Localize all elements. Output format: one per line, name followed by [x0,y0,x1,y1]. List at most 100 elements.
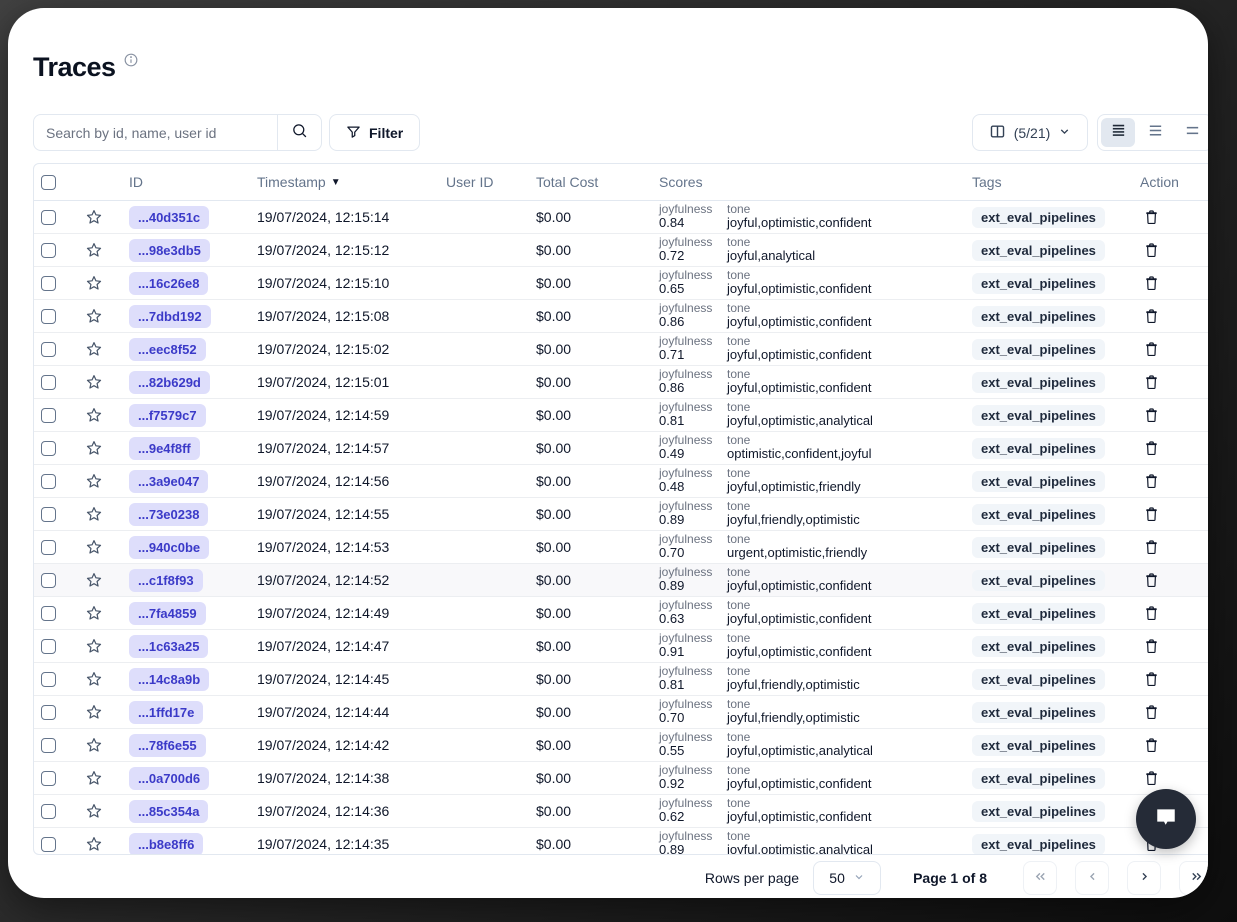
delete-button[interactable] [1143,572,1160,589]
tag-badge[interactable]: ext_eval_pipelines [972,504,1105,525]
previous-page-button[interactable] [1075,861,1109,895]
table-row[interactable]: ...16c26e819/07/2024, 12:15:10$0.00joyfu… [34,267,1208,300]
row-height-compact-button[interactable] [1101,118,1135,147]
trace-id-badge[interactable]: ...73e0238 [129,503,208,526]
delete-button[interactable] [1143,770,1160,787]
star-icon[interactable] [85,472,103,490]
tag-badge[interactable]: ext_eval_pipelines [972,339,1105,360]
row-checkbox[interactable] [41,507,56,522]
trace-id-badge[interactable]: ...98e3db5 [129,239,210,262]
delete-button[interactable] [1143,638,1160,655]
star-icon[interactable] [85,274,103,292]
row-checkbox[interactable] [41,771,56,786]
row-checkbox[interactable] [41,573,56,588]
tag-badge[interactable]: ext_eval_pipelines [972,405,1105,426]
header-user-id[interactable]: User ID [439,174,524,190]
delete-button[interactable] [1143,407,1160,424]
row-checkbox[interactable] [41,705,56,720]
table-row[interactable]: ...78f6e5519/07/2024, 12:14:42$0.00joyfu… [34,729,1208,762]
trace-id-badge[interactable]: ...1c63a25 [129,635,208,658]
table-row[interactable]: ...b8e8ff619/07/2024, 12:14:35$0.00joyfu… [34,828,1208,855]
row-checkbox[interactable] [41,837,56,852]
delete-button[interactable] [1143,539,1160,556]
delete-button[interactable] [1143,605,1160,622]
trace-id-badge[interactable]: ...7fa4859 [129,602,206,625]
table-row[interactable]: ...40d351c19/07/2024, 12:15:14$0.00joyfu… [34,201,1208,234]
row-checkbox[interactable] [41,243,56,258]
last-page-button[interactable] [1179,861,1208,895]
row-checkbox[interactable] [41,474,56,489]
star-icon[interactable] [85,703,103,721]
trace-id-badge[interactable]: ...14c8a9b [129,668,209,691]
trace-id-badge[interactable]: ...1ffd17e [129,701,203,724]
tag-badge[interactable]: ext_eval_pipelines [972,240,1105,261]
row-checkbox[interactable] [41,276,56,291]
trace-id-badge[interactable]: ...b8e8ff6 [129,833,203,856]
star-icon[interactable] [85,373,103,391]
star-icon[interactable] [85,571,103,589]
row-checkbox[interactable] [41,408,56,423]
trace-id-badge[interactable]: ...16c26e8 [129,272,208,295]
delete-button[interactable] [1143,473,1160,490]
trace-id-badge[interactable]: ...7dbd192 [129,305,211,328]
table-row[interactable]: ...1c63a2519/07/2024, 12:14:47$0.00joyfu… [34,630,1208,663]
table-row[interactable]: ...9e4f8ff19/07/2024, 12:14:57$0.00joyfu… [34,432,1208,465]
star-icon[interactable] [85,307,103,325]
tag-badge[interactable]: ext_eval_pipelines [972,471,1105,492]
tag-badge[interactable]: ext_eval_pipelines [972,438,1105,459]
row-checkbox[interactable] [41,804,56,819]
table-row[interactable]: ...98e3db519/07/2024, 12:15:12$0.00joyfu… [34,234,1208,267]
star-icon[interactable] [85,637,103,655]
delete-button[interactable] [1143,704,1160,721]
trace-id-badge[interactable]: ...940c0be [129,536,209,559]
table-row[interactable]: ...85c354a19/07/2024, 12:14:36$0.00joyfu… [34,795,1208,828]
column-visibility-button[interactable]: (5/21) [972,114,1088,151]
row-height-medium-button[interactable] [1138,118,1172,147]
table-row[interactable]: ...7dbd19219/07/2024, 12:15:08$0.00joyfu… [34,300,1208,333]
row-checkbox[interactable] [41,540,56,555]
chat-widget-button[interactable] [1136,789,1196,849]
row-checkbox[interactable] [41,738,56,753]
tag-badge[interactable]: ext_eval_pipelines [972,636,1105,657]
header-tags[interactable]: Tags [964,174,1129,190]
first-page-button[interactable] [1023,861,1057,895]
star-icon[interactable] [85,505,103,523]
row-checkbox[interactable] [41,639,56,654]
tag-badge[interactable]: ext_eval_pipelines [972,669,1105,690]
header-id[interactable]: ID [119,174,249,190]
trace-id-badge[interactable]: ...9e4f8ff [129,437,200,460]
trace-id-badge[interactable]: ...eec8f52 [129,338,206,361]
delete-button[interactable] [1143,440,1160,457]
star-icon[interactable] [85,340,103,358]
tag-badge[interactable]: ext_eval_pipelines [972,372,1105,393]
tag-badge[interactable]: ext_eval_pipelines [972,273,1105,294]
table-row[interactable]: ...940c0be19/07/2024, 12:14:53$0.00joyfu… [34,531,1208,564]
delete-button[interactable] [1143,671,1160,688]
table-row[interactable]: ...73e023819/07/2024, 12:14:55$0.00joyfu… [34,498,1208,531]
tag-badge[interactable]: ext_eval_pipelines [972,768,1105,789]
select-all-checkbox[interactable] [41,175,56,190]
delete-button[interactable] [1143,341,1160,358]
star-icon[interactable] [85,736,103,754]
row-checkbox[interactable] [41,441,56,456]
header-total-cost[interactable]: Total Cost [524,174,649,190]
delete-button[interactable] [1143,737,1160,754]
star-icon[interactable] [85,439,103,457]
tag-badge[interactable]: ext_eval_pipelines [972,735,1105,756]
delete-button[interactable] [1143,506,1160,523]
trace-id-badge[interactable]: ...3a9e047 [129,470,208,493]
trace-id-badge[interactable]: ...85c354a [129,800,208,823]
delete-button[interactable] [1143,275,1160,292]
trace-id-badge[interactable]: ...78f6e55 [129,734,206,757]
tag-badge[interactable]: ext_eval_pipelines [972,834,1105,855]
star-icon[interactable] [85,241,103,259]
tag-badge[interactable]: ext_eval_pipelines [972,570,1105,591]
table-row[interactable]: ...7fa485919/07/2024, 12:14:49$0.00joyfu… [34,597,1208,630]
rows-per-page-select[interactable]: 50 [813,861,881,895]
delete-button[interactable] [1143,242,1160,259]
header-scores[interactable]: Scores [649,174,964,190]
row-checkbox[interactable] [41,309,56,324]
tag-badge[interactable]: ext_eval_pipelines [972,801,1105,822]
table-row[interactable]: ...0a700d619/07/2024, 12:14:38$0.00joyfu… [34,762,1208,795]
star-icon[interactable] [85,208,103,226]
